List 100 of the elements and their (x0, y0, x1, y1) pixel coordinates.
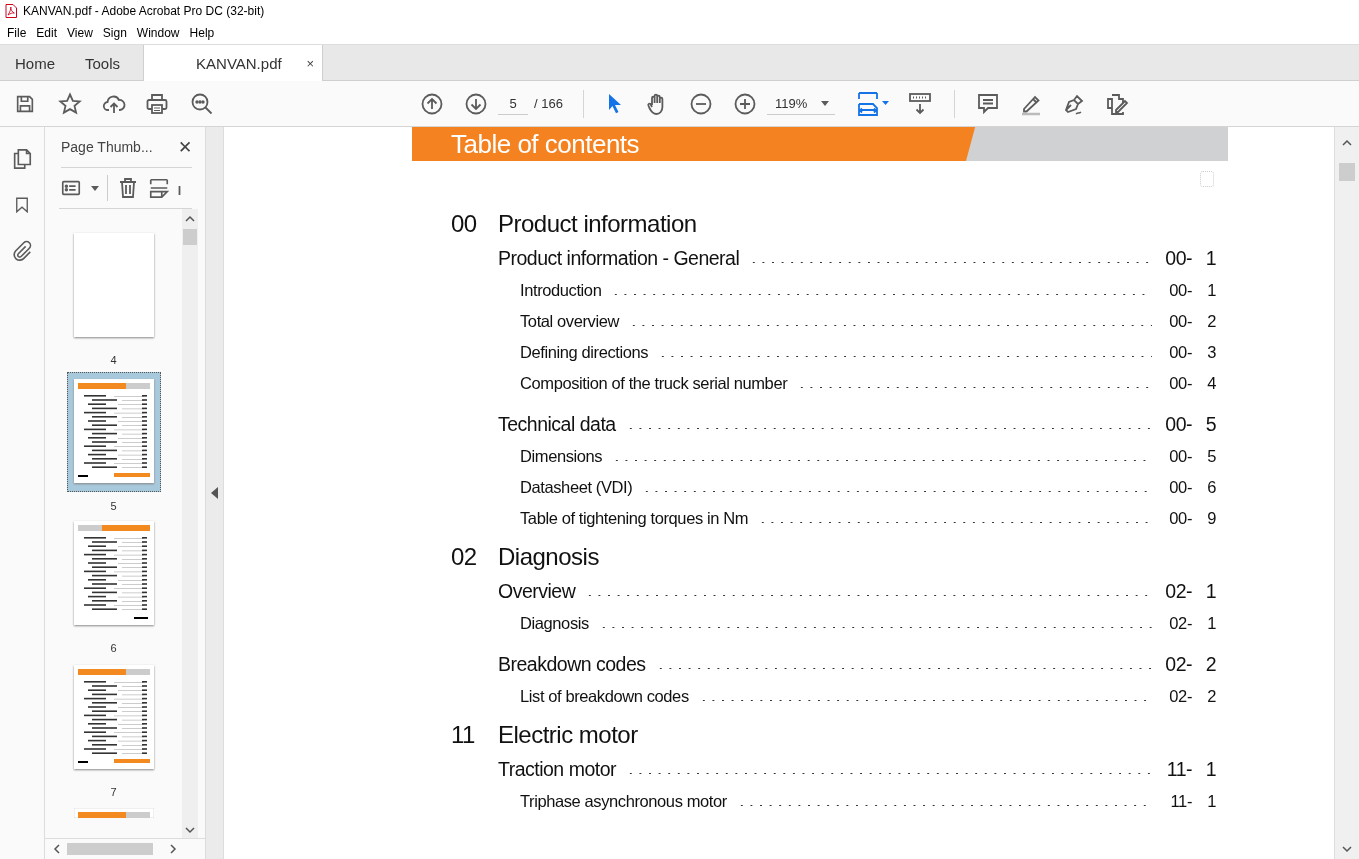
toc-entry-title[interactable]: Table of tightening torques in Nm (520, 509, 749, 528)
scroll-mode-icon[interactable] (907, 91, 932, 116)
scroll-up-icon[interactable] (185, 215, 195, 223)
chapter-number: 02- (1164, 653, 1192, 676)
fit-page-icon[interactable] (856, 91, 891, 116)
page-reference: 5 (1206, 447, 1216, 466)
menu-item[interactable]: Edit (31, 26, 63, 40)
toc-entry-title[interactable]: Introduction (520, 281, 602, 300)
section-title: Electric motor (498, 721, 638, 749)
chapter-number: 00- (1168, 509, 1192, 528)
toc-entry-title[interactable]: Technical data (498, 413, 616, 436)
zoom-in-icon[interactable] (732, 91, 757, 116)
section-number: 11 (451, 721, 476, 749)
toc-entry-title[interactable]: List of breakdown codes (520, 687, 689, 706)
pages-icon[interactable] (11, 147, 33, 171)
paperclip-icon[interactable] (11, 239, 33, 263)
chapter-number: 02- (1168, 687, 1192, 706)
menu-item[interactable]: File (2, 26, 32, 40)
pdf-app-icon (5, 4, 17, 18)
menu-item[interactable]: View (62, 26, 98, 40)
scroll-right-icon[interactable] (169, 844, 177, 854)
toc-entry-title[interactable]: Product information - General (498, 247, 740, 270)
page-thumbnail[interactable] (73, 665, 154, 770)
toc-entry-title[interactable]: Total overview (520, 312, 619, 331)
panel-title: Page Thumb... (61, 139, 153, 155)
page-reference: 1 (1206, 614, 1216, 633)
page-reference: 1 (1206, 281, 1216, 300)
print-icon[interactable] (145, 91, 169, 116)
close-tab-button[interactable]: × (296, 55, 315, 71)
page-thumbnail[interactable] (73, 379, 154, 484)
menu-item[interactable]: Help (184, 26, 220, 40)
toc-entry-title[interactable]: Breakdown codes (498, 653, 646, 676)
menu-item[interactable]: Window (131, 26, 185, 40)
chapter-number: 00- (1168, 374, 1192, 393)
nav-tab[interactable]: Tools (70, 45, 136, 81)
thumbnail-frame[interactable] (66, 372, 161, 493)
scroll-up-icon[interactable] (1342, 139, 1352, 147)
toc-entry-title[interactable]: Defining directions (520, 343, 649, 362)
toc-entry-title[interactable]: Triphase asynchronous motor (520, 792, 727, 811)
page-reference: 1 (1204, 247, 1216, 270)
insert-page-icon[interactable] (148, 176, 170, 200)
section-title: Product information (498, 210, 697, 238)
chapter-number: 00- (1164, 413, 1192, 436)
collapse-arrow-icon[interactable] (211, 487, 218, 499)
comment-icon[interactable] (975, 91, 1000, 116)
star-icon[interactable] (58, 91, 82, 116)
search-icon[interactable] (190, 91, 214, 116)
thumbnail-scrollbar[interactable] (182, 209, 198, 838)
toc-entry-title[interactable]: Traction motor (498, 758, 616, 781)
edit-pdf-icon[interactable] (1104, 91, 1129, 116)
zoom-out-icon[interactable] (688, 91, 713, 116)
scroll-thumb[interactable] (1339, 163, 1355, 181)
page-reference: 1 (1206, 792, 1216, 811)
chapter-number: 00- (1168, 478, 1192, 497)
toc-entry-title[interactable]: Dimensions (520, 447, 603, 466)
dropdown-caret-icon[interactable] (820, 100, 829, 106)
dropdown-caret-icon[interactable] (91, 185, 99, 191)
chapter-number: 11- (1169, 792, 1192, 811)
chapter-number: 00- (1168, 312, 1192, 331)
chapter-number: 00- (1168, 343, 1192, 362)
page-reference: 9 (1206, 509, 1216, 528)
next-page-icon[interactable] (464, 91, 488, 116)
chapter-number: 00- (1164, 247, 1192, 270)
vertical-scrollbar[interactable] (1334, 127, 1359, 859)
toc-entry-title[interactable]: Diagnosis (520, 614, 589, 633)
page-reference: 2 (1206, 687, 1216, 706)
document-tab[interactable]: KANVAN.pdf × (143, 45, 324, 81)
chapter-number: 00- (1168, 447, 1192, 466)
page-number-label: 4 (110, 354, 117, 366)
previous-page-icon[interactable] (420, 91, 444, 116)
toc-entry-title[interactable]: Composition of the truck serial number (520, 374, 788, 393)
scroll-thumb[interactable] (183, 229, 197, 245)
page-reference: 1 (1204, 758, 1216, 781)
section-title: Diagnosis (498, 543, 599, 571)
chapter-number: 02- (1168, 614, 1192, 633)
menu-item[interactable]: Sign (97, 26, 132, 40)
page-number-field[interactable]: 5 (498, 92, 528, 115)
close-panel-button[interactable]: ✕ (178, 136, 192, 158)
chapter-number: 00- (1168, 281, 1192, 300)
nav-tab[interactable]: Home (0, 45, 70, 81)
window-title: KANVAN.pdf - Adobe Acrobat Pro DC (32-bit) (23, 4, 265, 18)
page-reference: 6 (1206, 478, 1216, 497)
page-reference: 5 (1204, 413, 1216, 436)
scroll-thumb[interactable] (67, 843, 153, 855)
scroll-left-icon[interactable] (53, 844, 61, 854)
page-thumbnail[interactable] (73, 521, 154, 626)
page-reference: 1 (1204, 580, 1216, 603)
page-number-label: 7 (110, 786, 117, 799)
page-thumbnail[interactable] (73, 233, 154, 337)
chapter-number: 11- (1165, 758, 1192, 781)
section-number: 02 (451, 543, 478, 571)
toc-entry-title[interactable]: Datasheet (VDI) (520, 478, 633, 497)
page-reference: 2 (1206, 312, 1216, 331)
page-total: / 166 (534, 96, 563, 111)
toc-entry-title[interactable]: Overview (498, 580, 576, 603)
page-reference: 3 (1206, 343, 1216, 362)
page-number-label: 5 (110, 500, 117, 513)
zoom-field[interactable]: 119% (766, 92, 835, 115)
scroll-down-icon[interactable] (185, 826, 195, 834)
scroll-down-icon[interactable] (1342, 845, 1352, 853)
